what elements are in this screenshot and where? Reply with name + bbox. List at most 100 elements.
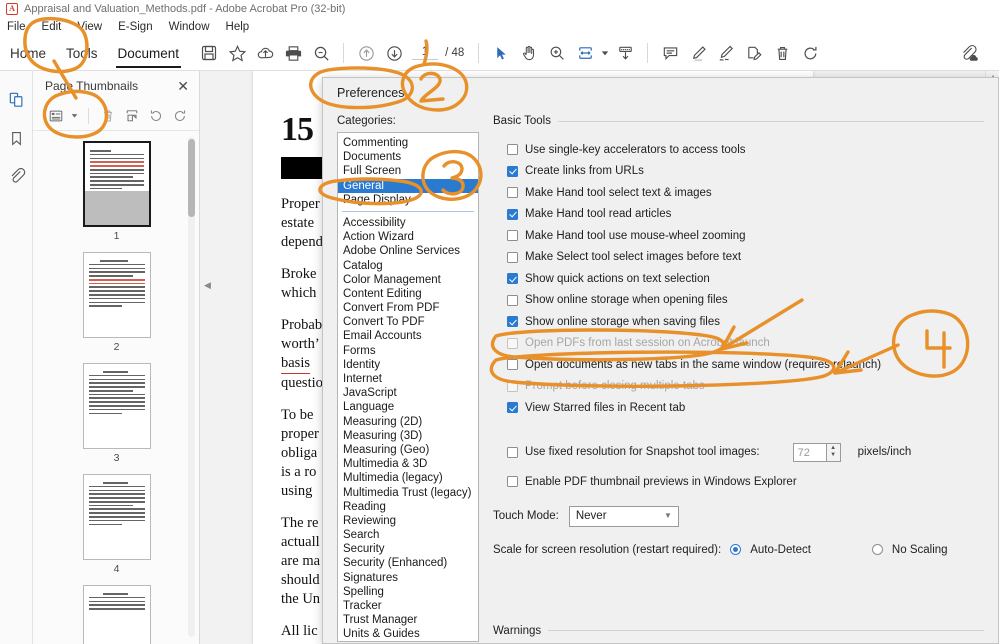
hand-tool-icon[interactable] — [515, 39, 543, 67]
print-icon[interactable] — [279, 39, 307, 67]
thumbnail-item[interactable]: 5 — [82, 585, 151, 644]
thumbnail-page-image[interactable] — [82, 585, 151, 644]
checkbox[interactable] — [507, 144, 518, 156]
cloud-upload-icon[interactable] — [251, 39, 279, 67]
checkbox[interactable] — [507, 187, 518, 199]
zoom-tool-icon[interactable] — [543, 39, 571, 67]
thumbnails-scrollbar-thumb[interactable] — [188, 139, 195, 217]
tab-document[interactable]: Document — [108, 36, 190, 71]
comment-icon[interactable] — [656, 39, 684, 67]
category-javascript[interactable]: JavaScript — [338, 386, 478, 400]
category-multimedia-trust-legacy[interactable]: Multimedia Trust (legacy) — [338, 486, 478, 500]
checkbox[interactable] — [507, 316, 518, 328]
search-icon[interactable] — [307, 39, 335, 67]
category-measuring-3d[interactable]: Measuring (3D) — [338, 429, 478, 443]
delete-pages-icon[interactable] — [97, 105, 119, 127]
category-reviewing[interactable]: Reviewing — [338, 514, 478, 528]
thumbnail-page-image[interactable] — [82, 252, 151, 338]
checkbox[interactable] — [507, 230, 518, 242]
category-multimedia-3d[interactable]: Multimedia & 3D — [338, 457, 478, 471]
chk-create-links-from-urls[interactable]: Create links from URLs — [493, 161, 984, 183]
fit-page-icon[interactable] — [571, 39, 599, 67]
chk-view-starred-recent[interactable]: View Starred files in Recent tab — [493, 397, 984, 419]
checkbox[interactable] — [507, 273, 518, 285]
checkbox[interactable] — [507, 208, 518, 220]
chk-hand-read-articles[interactable]: Make Hand tool read articles — [493, 204, 984, 226]
rotate-icon[interactable] — [796, 39, 824, 67]
category-catalog[interactable]: Catalog — [338, 259, 478, 273]
category-internet[interactable]: Internet — [338, 372, 478, 386]
category-general[interactable]: General — [338, 178, 478, 193]
thumbnail-item[interactable]: 4 — [82, 474, 151, 575]
scroll-mode-icon[interactable] — [611, 39, 639, 67]
thumbnail-item[interactable]: 2 — [82, 252, 151, 353]
snapshot-resolution-row[interactable]: Use fixed resolution for Snapshot tool i… — [493, 442, 984, 464]
rotate-counterclockwise-icon[interactable] — [145, 105, 167, 127]
rotate-clockwise-icon[interactable] — [169, 105, 191, 127]
checkbox[interactable] — [507, 251, 518, 263]
chk-hand-mousewheel-zoom[interactable]: Make Hand tool use mouse-wheel zooming — [493, 225, 984, 247]
chk-open-docs-new-tabs[interactable]: Open documents as new tabs in the same w… — [493, 354, 984, 376]
category-spelling[interactable]: Spelling — [338, 585, 478, 599]
category-commenting[interactable]: Commenting — [338, 136, 478, 150]
page-edit-icon[interactable] — [740, 39, 768, 67]
category-trust-manager[interactable]: Trust Manager — [338, 613, 478, 627]
collapse-panel-icon[interactable]: ◀ — [203, 276, 212, 294]
category-content-editing[interactable]: Content Editing — [338, 287, 478, 301]
category-measuring-geo[interactable]: Measuring (Geo) — [338, 443, 478, 457]
category-measuring-2d[interactable]: Measuring (2D) — [338, 415, 478, 429]
menu-view[interactable]: View — [69, 18, 110, 36]
menu-edit[interactable]: Edit — [34, 18, 70, 36]
category-security[interactable]: Security — [338, 542, 478, 556]
category-language[interactable]: Language — [338, 400, 478, 414]
thumbnail-page-image[interactable] — [82, 363, 151, 449]
checkbox[interactable] — [507, 359, 518, 371]
select-tool-icon[interactable] — [487, 39, 515, 67]
chk-hand-select-text-images[interactable]: Make Hand tool select text & images — [493, 182, 984, 204]
chk-quick-actions-text-selection[interactable]: Show quick actions on text selection — [493, 268, 984, 290]
highlight-icon[interactable] — [684, 39, 712, 67]
delete-icon[interactable] — [768, 39, 796, 67]
menu-window[interactable]: Window — [161, 18, 218, 36]
tab-tools[interactable]: Tools — [56, 36, 108, 71]
attach-cloud-icon[interactable] — [955, 39, 983, 67]
menu-file[interactable]: File — [0, 18, 34, 36]
tab-home[interactable]: Home — [0, 36, 56, 71]
previous-page-icon[interactable] — [352, 39, 380, 67]
chk-online-storage-saving[interactable]: Show online storage when saving files — [493, 311, 984, 333]
chk-pdf-thumbnail-previews[interactable]: Enable PDF thumbnail previews in Windows… — [493, 471, 984, 493]
category-convert-from-pdf[interactable]: Convert From PDF — [338, 301, 478, 315]
radio-auto-detect[interactable] — [730, 544, 742, 556]
category-units-guides[interactable]: Units & Guides — [338, 627, 478, 641]
extract-pages-icon[interactable] — [121, 105, 143, 127]
thumbnail-item[interactable]: 3 — [82, 363, 151, 464]
snapshot-resolution-input[interactable]: 72 — [792, 442, 827, 462]
checkbox[interactable] — [507, 446, 518, 458]
category-page-display[interactable]: Page Display — [338, 193, 478, 207]
thumbnail-item[interactable]: 1 — [82, 141, 151, 242]
category-forms[interactable]: Forms — [338, 344, 478, 358]
thumbnails-scroll-area[interactable]: 1 2 3 4 — [33, 132, 200, 644]
checkbox[interactable] — [507, 476, 518, 488]
star-icon[interactable] — [223, 39, 251, 67]
chk-online-storage-opening[interactable]: Show online storage when opening files — [493, 290, 984, 312]
save-icon[interactable] — [195, 39, 223, 67]
close-icon[interactable]: ✕ — [177, 79, 189, 93]
checkbox[interactable] — [507, 165, 518, 177]
thumbnail-page-image[interactable] — [82, 474, 151, 560]
chk-select-images-before-text[interactable]: Make Select tool select images before te… — [493, 247, 984, 269]
category-tracker[interactable]: Tracker — [338, 599, 478, 613]
sign-icon[interactable] — [712, 39, 740, 67]
page-thumbnails-rail-icon[interactable] — [0, 81, 33, 119]
chk-single-key-accelerators[interactable]: Use single-key accelerators to access to… — [493, 139, 984, 161]
thumbnail-size-icon[interactable] — [45, 105, 67, 127]
fit-dropdown-icon[interactable] — [599, 39, 611, 67]
category-email-accounts[interactable]: Email Accounts — [338, 329, 478, 343]
category-convert-to-pdf[interactable]: Convert To PDF — [338, 315, 478, 329]
category-identity[interactable]: Identity — [338, 358, 478, 372]
thumbnail-size-dropdown-icon[interactable] — [69, 105, 80, 127]
snapshot-resolution-stepper[interactable]: ▲ ▼ — [826, 442, 841, 462]
thumbnails-scrollbar[interactable] — [188, 137, 195, 637]
category-documents[interactable]: Documents — [338, 150, 478, 164]
category-action-wizard[interactable]: Action Wizard — [338, 230, 478, 244]
